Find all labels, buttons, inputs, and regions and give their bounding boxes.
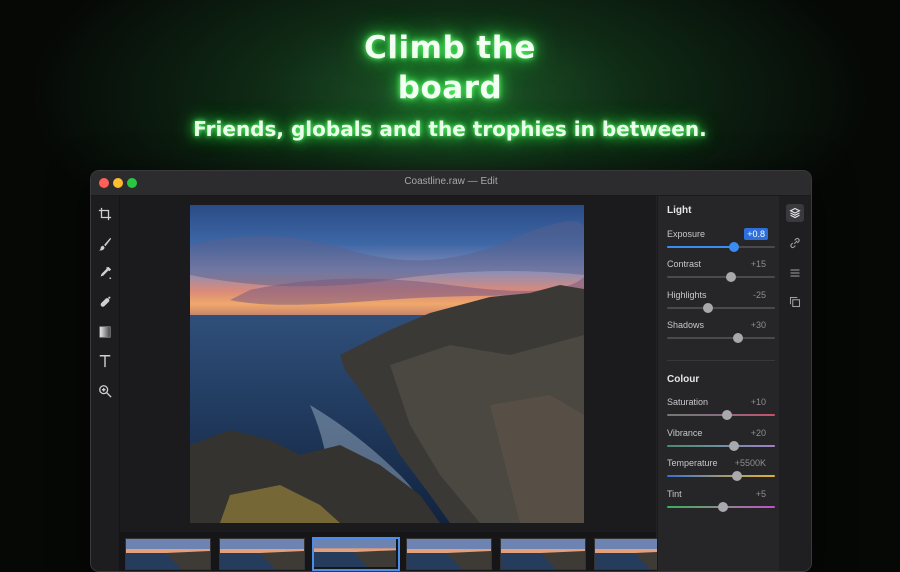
layers-icon[interactable] [786,204,804,222]
title-bar: Coastline.raw — Edit [91,171,811,196]
exposure-label: Exposure [667,229,706,239]
saturation-value: +10 [750,397,766,407]
healing-icon[interactable] [95,292,115,312]
contrast-slider[interactable] [667,272,775,282]
tint-slider[interactable] [667,502,775,512]
copy-icon[interactable] [786,293,804,311]
tint-label: Tint [667,489,682,499]
vibrance-slider-handle[interactable] [728,441,739,451]
shadows-value: +30 [750,320,766,330]
vibrance-label: Vibrance [667,428,703,438]
right-icon-rail [779,196,811,571]
image-canvas[interactable] [120,196,656,541]
adjustments-panel: Light Exposure +0.8 Contrast +15 Highlig… [657,196,780,571]
brush-icon[interactable] [95,234,115,254]
section-divider [667,360,775,361]
crop-icon[interactable] [95,204,115,224]
shadows-slider-handle[interactable] [733,333,744,343]
colour-section-heading: Colour [667,374,700,385]
link-icon[interactable] [786,234,804,252]
filmstrip-thumbnail-selected[interactable] [312,537,400,571]
tool-bar [91,196,120,571]
tint-value: +5 [755,489,766,499]
zoom-icon[interactable] [95,381,115,401]
contrast-slider-handle[interactable] [725,272,736,282]
hero-subtitle: Friends, globals and the trophies in bet… [193,117,707,141]
list-icon[interactable] [786,264,804,282]
filmstrip-thumbnail[interactable] [406,538,492,570]
contrast-value: +15 [750,259,766,269]
saturation-label: Saturation [667,397,709,407]
gradient-icon[interactable] [95,322,115,342]
text-icon[interactable] [95,351,115,371]
highlights-slider[interactable] [667,303,775,313]
vibrance-value: +20 [750,428,766,438]
shadows-slider[interactable] [667,333,775,343]
hero-title: Climb the board [364,30,536,106]
exposure-value[interactable]: +0.8 [744,228,768,240]
tint-slider-handle[interactable] [718,502,729,512]
photo-preview[interactable] [190,205,584,523]
highlights-label: Highlights [667,290,707,300]
contrast-label: Contrast [667,259,702,269]
filmstrip-thumbnail[interactable] [219,538,305,570]
highlights-value: -25 [752,290,766,300]
highlights-slider-handle[interactable] [703,303,714,313]
temperature-slider-handle[interactable] [732,471,743,481]
saturation-slider[interactable] [667,410,775,420]
filmstrip-thumbnail[interactable] [125,538,211,570]
eyedropper-icon[interactable] [95,263,115,283]
temperature-label: Temperature [667,458,718,468]
filmstrip [120,532,680,571]
vibrance-slider[interactable] [667,441,775,451]
shadows-label: Shadows [667,320,705,330]
filmstrip-thumbnail[interactable] [500,538,586,570]
temperature-slider[interactable] [667,471,775,481]
saturation-slider-handle[interactable] [722,410,733,420]
temperature-value: +5500K [734,458,766,468]
exposure-slider-handle[interactable] [728,242,739,252]
app-window: Coastline.raw — Edit Light Exposure +0.8… [90,170,812,572]
exposure-slider[interactable] [667,242,775,252]
window-title: Coastline.raw — Edit [404,176,498,187]
light-section-heading: Light [667,205,692,216]
